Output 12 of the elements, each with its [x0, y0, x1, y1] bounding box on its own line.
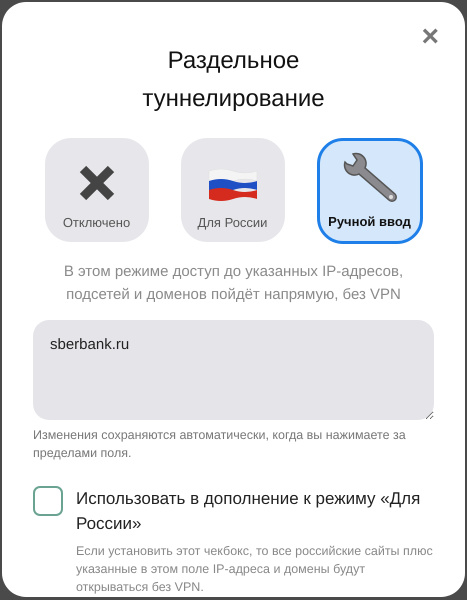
dialog-title: Раздельное туннелирование — [141, 46, 326, 114]
mode-tile[interactable]: Отключено — [44, 138, 148, 242]
mode-description: В этом режиме доступ до указанных IP-адресов, подсетей и доменов пойдёт напрямую, без VPN — [62, 262, 404, 305]
close-button[interactable]: × — [421, 22, 439, 52]
checkbox-note: Если установить этот чекбокс, то все российские сайты плюс указанные в этом поле IP-адреса и домены будут открываться без VPN. — [76, 543, 434, 596]
flag-icon — [206, 166, 258, 202]
mode-tile[interactable]: Ручной ввод — [316, 138, 422, 244]
autosave-hint: Изменения сохраняются автоматически, когда вы нажимаете за пределами поля. — [33, 427, 407, 462]
mode-tile[interactable]: Для России — [180, 138, 284, 242]
checkbox-label: Использовать в дополнение к режиму «Для России» — [76, 488, 422, 535]
domains-field[interactable]: sberbank.ru — [33, 320, 434, 420]
checkbox[interactable] — [33, 486, 63, 516]
